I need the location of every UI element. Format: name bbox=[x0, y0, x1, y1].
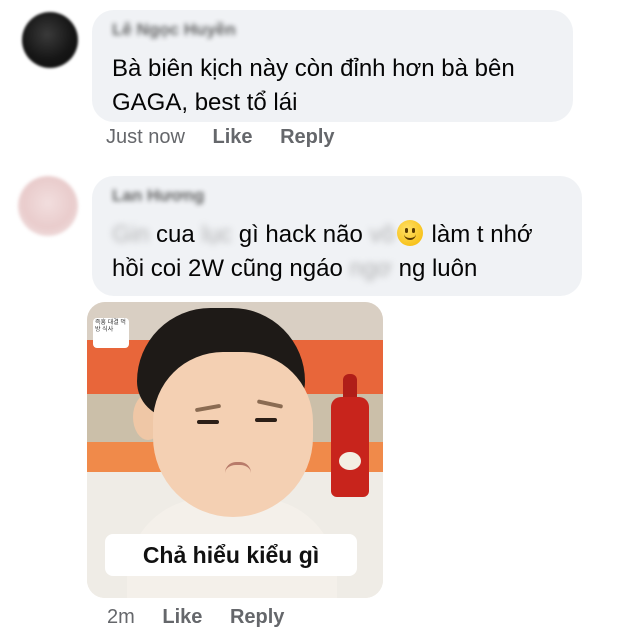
text-segment: hồi coi 2W cũng ngáo bbox=[112, 255, 350, 282]
reply-button[interactable]: Reply bbox=[230, 606, 284, 628]
ketchup-bottle-label bbox=[339, 452, 361, 470]
photo-caption-box: Chả hiểu kiểu gì bbox=[105, 534, 357, 576]
photo-caption: Chả hiểu kiểu gì bbox=[142, 542, 320, 568]
comment-text: Gin cua lục gì hack não vô làm t nhớ hồi… bbox=[112, 218, 533, 286]
photo-broadcast-tag: 즉흥 대결 먹방 식사 bbox=[93, 318, 129, 348]
redacted-text: ngơ bbox=[349, 255, 392, 282]
comment-photo[interactable]: 즉흥 대결 먹방 식사 Chả hiểu kiểu gì bbox=[87, 302, 383, 598]
ketchup-bottle bbox=[331, 397, 369, 497]
redacted-text: vô bbox=[369, 221, 395, 248]
comment-timestamp[interactable]: Just now bbox=[106, 126, 185, 148]
comment-text-line: hồi coi 2W cũng ngáo ngơ ng luôn bbox=[112, 252, 533, 286]
child-mouth bbox=[225, 462, 251, 473]
comment-author[interactable]: Lê Ngọc Huyền bbox=[112, 20, 236, 40]
comment-timestamp[interactable]: 2m bbox=[107, 606, 135, 628]
child-eye bbox=[255, 418, 277, 422]
text-segment: gì hack não bbox=[232, 221, 370, 248]
comment-text-line: Bà biên kịch này còn đỉnh hơn bà bên bbox=[112, 55, 515, 82]
comment-bubble: Lan Hương Gin cua lục gì hack não vô làm… bbox=[92, 176, 582, 296]
commenter-avatar[interactable] bbox=[22, 12, 78, 68]
comment-actions: 2m Like Reply bbox=[107, 606, 306, 629]
reply-button[interactable]: Reply bbox=[280, 126, 334, 148]
comment-text-line: Gin cua lục gì hack não vô làm t nhớ bbox=[112, 218, 533, 252]
comment-bubble: Lê Ngọc Huyền Bà biên kịch này còn đỉnh … bbox=[92, 10, 573, 122]
child-face bbox=[153, 352, 313, 517]
text-segment: làm t nhớ bbox=[431, 221, 533, 248]
redacted-text: Gin bbox=[112, 221, 150, 248]
comment-text: Bà biên kịch này còn đỉnh hơn bà bên GAG… bbox=[112, 52, 515, 120]
text-segment: ng luôn bbox=[391, 255, 478, 282]
text-segment: cua bbox=[149, 221, 202, 248]
slightly-smiling-face-icon bbox=[396, 220, 423, 246]
comment-text-line: GAGA, best tổ lái bbox=[112, 89, 298, 116]
child-eye bbox=[197, 420, 219, 424]
comment-author[interactable]: Lan Hương bbox=[112, 186, 204, 206]
commenter-avatar[interactable] bbox=[18, 176, 78, 236]
redacted-text: lục bbox=[201, 221, 233, 248]
like-button[interactable]: Like bbox=[162, 606, 202, 628]
like-button[interactable]: Like bbox=[213, 126, 253, 148]
comment-actions: Just now Like Reply bbox=[106, 126, 357, 149]
